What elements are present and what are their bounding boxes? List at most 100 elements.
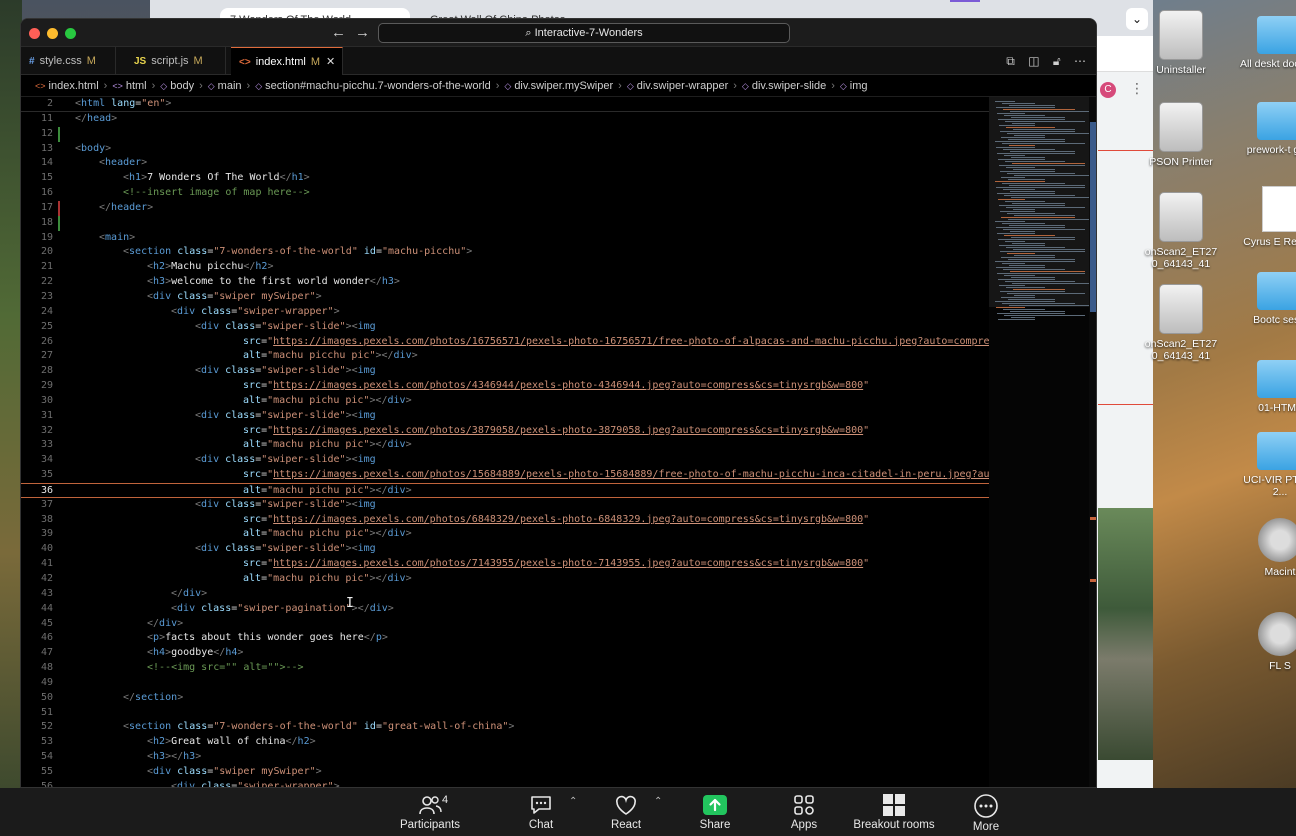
- minimap-line: [1002, 303, 1075, 304]
- breadcrumb-item[interactable]: › ◇ div.swiper.mySwiper: [491, 80, 613, 92]
- apps-button[interactable]: Apps: [769, 794, 839, 831]
- code-line[interactable]: 43 </div>: [21, 587, 989, 602]
- desktop-icon[interactable]: prework-t guid: [1240, 102, 1296, 156]
- code-line[interactable]: 50 </section>: [21, 691, 989, 706]
- more-actions-icon[interactable]: ⋯: [1074, 54, 1086, 68]
- breadcrumb-item[interactable]: › ◇ img: [826, 80, 867, 92]
- share-button[interactable]: Share: [680, 794, 750, 831]
- code-line[interactable]: 54 <h3></h3>: [21, 750, 989, 765]
- code-line[interactable]: 35 src="https://images.pexels.com/photos/…: [21, 468, 1002, 483]
- code-line[interactable]: 55 <div class="swiper mySwiper">: [21, 765, 989, 780]
- code-line[interactable]: 15 <h1>7 Wonders Of The World</h1>: [21, 171, 989, 186]
- breakout-button[interactable]: Breakout rooms: [849, 794, 939, 831]
- code-line[interactable]: 16 <!--insert image of map here-->: [21, 186, 989, 201]
- desktop-icon[interactable]: onScan2_ET27 0_64143_41: [1141, 192, 1221, 270]
- breadcrumb-item[interactable]: › ◇ div.swiper-slide: [728, 80, 826, 92]
- breadcrumb-item[interactable]: <> index.html: [35, 80, 99, 92]
- code-line[interactable]: 41 src="https://images.pexels.com/photos/…: [21, 557, 989, 572]
- code-line[interactable]: 40 <div class="swiper-slide"><img: [21, 542, 989, 557]
- code-line[interactable]: 45 </div>: [21, 617, 989, 632]
- breadcrumb-item[interactable]: › ◇ body: [147, 80, 194, 92]
- more-button[interactable]: More: [951, 794, 1021, 833]
- code-line[interactable]: 33 alt="machu pichu pic"></div>: [21, 438, 989, 453]
- code-line[interactable]: 56 <div class="swiper-wrapper">: [21, 780, 989, 787]
- code-line[interactable]: 30 alt="machu pichu pic"></div>: [21, 394, 989, 409]
- forward-arrow-icon[interactable]: →: [355, 24, 370, 41]
- code-line[interactable]: 2 <html lang="en">: [21, 97, 989, 112]
- split-editor-icon[interactable]: ◫: [1028, 54, 1039, 68]
- minimize-window-button[interactable]: [47, 28, 58, 39]
- code-line[interactable]: 49: [21, 676, 989, 691]
- desktop-icon[interactable]: Uninstaller: [1141, 10, 1221, 76]
- code-line[interactable]: 46 <p>facts about this wonder goes here</…: [21, 631, 989, 646]
- code-editor[interactable]: 2 <html lang="en"> 11 </head> 12 13 <body> 14 <h…: [21, 97, 1096, 787]
- participants-button[interactable]: Participants 4: [395, 794, 465, 831]
- code-line[interactable]: 19 <main>: [21, 231, 989, 246]
- code-line[interactable]: 51: [21, 706, 989, 721]
- desktop-icon[interactable]: 01-HTML: [1240, 360, 1296, 414]
- code-line[interactable]: 39 alt="machu pichu pic"></div>: [21, 527, 989, 542]
- code-line[interactable]: 11 </head>: [21, 112, 989, 127]
- back-arrow-icon[interactable]: ←: [331, 24, 346, 41]
- desktop-icon-label: FL S: [1269, 660, 1291, 672]
- code-line[interactable]: 53 <h2>Great wall of china</h2>: [21, 735, 989, 750]
- breadcrumb-item[interactable]: › <> html: [99, 80, 147, 92]
- desktop-icon[interactable]: FL S: [1240, 612, 1296, 672]
- zoom-window-button[interactable]: [65, 28, 76, 39]
- code-line[interactable]: 44 <div class="swiper-pagination"></div>: [21, 602, 989, 617]
- breadcrumb-item[interactable]: › ◇ main: [194, 80, 241, 92]
- desktop-icon[interactable]: Macint: [1240, 518, 1296, 578]
- code-line[interactable]: 28 <div class="swiper-slide"><img: [21, 364, 989, 379]
- desktop-icon[interactable]: Bootc sessi: [1240, 272, 1296, 326]
- code-line[interactable]: 48 <!--<img src="" alt="">-->: [21, 661, 989, 676]
- desktop-icon[interactable]: UCI-VIR PT-06-2...: [1240, 432, 1296, 498]
- compare-changes-icon[interactable]: ⧉: [1006, 54, 1015, 68]
- code-line[interactable]: 20 <section class="7-wonders-of-the-world…: [21, 245, 989, 260]
- code-line[interactable]: 36 alt="machu pichu pic"></div>: [21, 482, 989, 498]
- chevron-up-icon[interactable]: ⌃: [569, 796, 577, 807]
- vertical-scrollbar[interactable]: [1089, 97, 1096, 787]
- code-line[interactable]: 24 <div class="swiper-wrapper">: [21, 305, 989, 320]
- chat-button[interactable]: Chat: [506, 794, 576, 831]
- scrollbar-thumb[interactable]: [1090, 122, 1096, 312]
- code-line[interactable]: 26 src="https://images.pexels.com/photos/…: [21, 335, 1002, 350]
- code-line[interactable]: 31 <div class="swiper-slide"><img: [21, 409, 989, 424]
- code-line[interactable]: 22 <h3>welcome to the first world wonder<…: [21, 275, 989, 290]
- code-line[interactable]: 14 <header>: [21, 156, 989, 171]
- close-window-button[interactable]: [29, 28, 40, 39]
- minimap[interactable]: [989, 97, 1095, 787]
- code-line[interactable]: 25 <div class="swiper-slide"><img: [21, 320, 989, 335]
- code-line[interactable]: 47 <h4>goodbye</h4>: [21, 646, 989, 661]
- code-line[interactable]: 52 <section class="7-wonders-of-the-world…: [21, 720, 989, 735]
- breadcrumb-item[interactable]: › ◇ section#machu-picchu.7-wonders-of-the-…: [242, 80, 491, 92]
- profile-avatar[interactable]: C: [1100, 82, 1116, 98]
- desktop-icon[interactable]: Cyrus E Resum: [1240, 186, 1296, 248]
- code-line[interactable]: 29 src="https://images.pexels.com/photos/…: [21, 379, 989, 394]
- code-line[interactable]: 13 <body>: [21, 142, 989, 157]
- code-line[interactable]: 23 <div class="swiper mySwiper">: [21, 290, 989, 305]
- tab-index-html[interactable]: <> index.html M ✕: [231, 47, 343, 75]
- desktop-icon[interactable]: PSON Printer: [1141, 102, 1221, 168]
- command-center[interactable]: ⌕ Interactive-7-Wonders: [378, 23, 790, 43]
- breadcrumb-item[interactable]: › ◇ div.swiper-wrapper: [613, 80, 728, 92]
- desktop-icon[interactable]: onScan2_ET27 0_64143_41: [1141, 284, 1221, 362]
- kebab-menu-icon[interactable]: ⋮: [1130, 80, 1144, 97]
- tab-style-css[interactable]: # style.css M: [21, 47, 116, 75]
- react-button[interactable]: React: [591, 794, 661, 831]
- chevron-up-icon[interactable]: ⌃: [654, 796, 662, 807]
- desktop-icon[interactable]: All deskt docume: [1240, 16, 1296, 70]
- tab-script-js[interactable]: JS script.js M: [126, 47, 226, 75]
- lock-icon[interactable]: 🔓︎: [1053, 54, 1061, 68]
- code-line[interactable]: 12: [21, 126, 989, 142]
- code-line[interactable]: 38 src="https://images.pexels.com/photos/…: [21, 513, 989, 528]
- code-line[interactable]: 17 </header>: [21, 200, 989, 216]
- code-line[interactable]: 21 <h2>Machu picchu</h2>: [21, 260, 989, 275]
- close-tab-icon[interactable]: ✕: [326, 56, 335, 68]
- code-line[interactable]: 34 <div class="swiper-slide"><img: [21, 453, 989, 468]
- code-line[interactable]: 32 src="https://images.pexels.com/photos/…: [21, 424, 989, 439]
- code-line[interactable]: 27 alt="machu picchu pic"></div>: [21, 349, 989, 364]
- code-line[interactable]: 42 alt="machu pichu pic"></div>: [21, 572, 989, 587]
- code-line[interactable]: 18: [21, 215, 989, 231]
- code-line[interactable]: 37 <div class="swiper-slide"><img: [21, 498, 989, 513]
- line-number: 55: [40, 765, 53, 777]
